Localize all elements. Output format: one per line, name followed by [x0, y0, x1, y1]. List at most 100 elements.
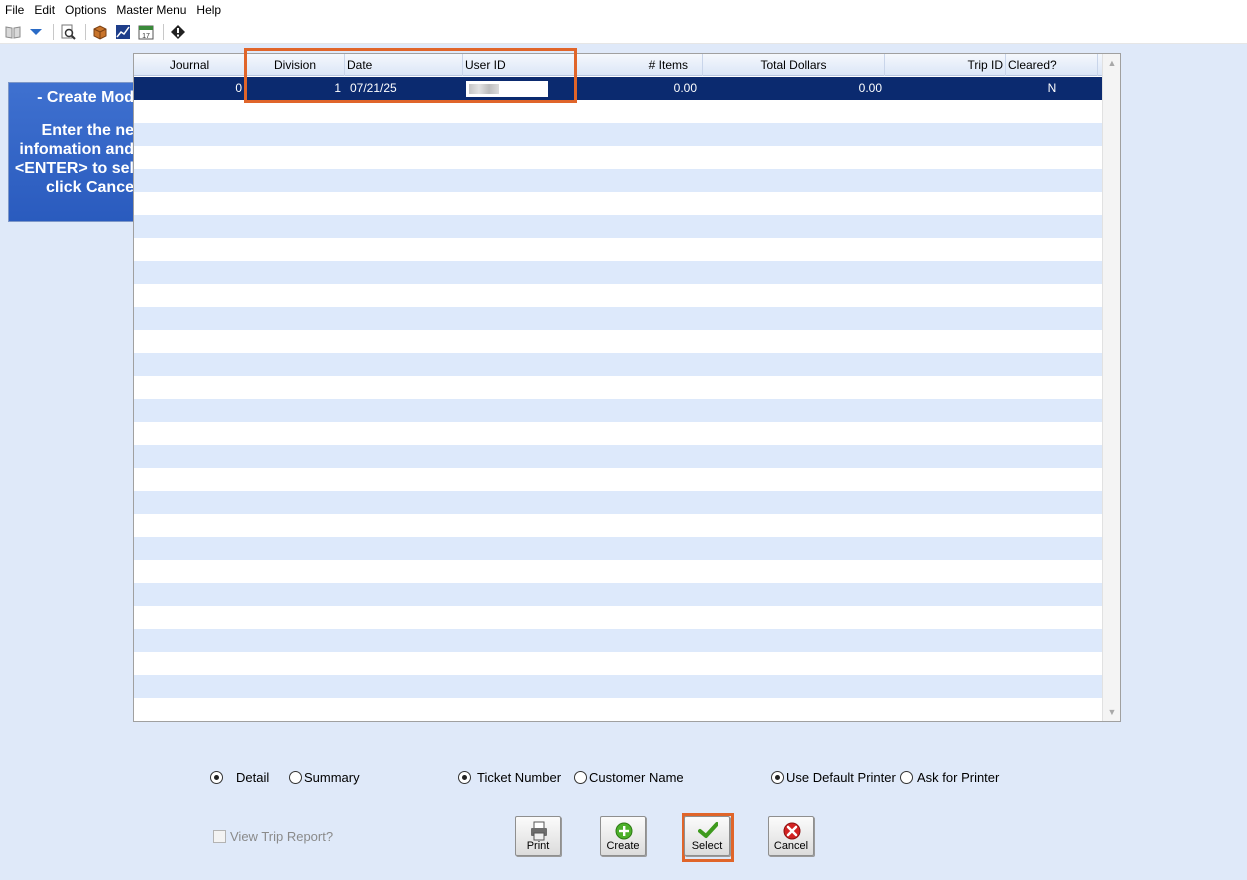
menu-file[interactable]: File — [5, 3, 24, 17]
detail-option[interactable]: Detail — [210, 770, 269, 785]
detail-label: Detail — [236, 770, 270, 785]
grid-rows: 0 1 07/21/25 0.00 0.00 N — [134, 77, 1102, 721]
summary-radio[interactable] — [289, 771, 302, 784]
table-row[interactable] — [134, 652, 1102, 675]
table-row[interactable] — [134, 261, 1102, 284]
ticket-number-label: Ticket Number — [477, 770, 562, 785]
menu-options[interactable]: Options — [65, 3, 106, 17]
table-row[interactable] — [134, 629, 1102, 652]
customer-name-radio[interactable] — [574, 771, 587, 784]
dropdown-arrow-icon[interactable] — [26, 22, 46, 42]
table-row[interactable] — [134, 123, 1102, 146]
column-header-cleared[interactable]: Cleared? — [1006, 54, 1098, 76]
table-row[interactable] — [134, 169, 1102, 192]
table-row[interactable] — [134, 100, 1102, 123]
view-trip-report-option[interactable]: View Trip Report? — [213, 829, 333, 844]
table-row[interactable] — [134, 560, 1102, 583]
summary-option[interactable]: Summary — [289, 770, 360, 785]
view-trip-report-checkbox[interactable] — [213, 830, 226, 843]
column-header-trip-id[interactable]: Trip ID — [885, 54, 1006, 76]
use-default-printer-option[interactable]: Use Default Printer — [771, 770, 896, 785]
table-row[interactable] — [134, 284, 1102, 307]
toolbar-separator — [85, 23, 86, 40]
print-preview-icon[interactable] — [58, 22, 78, 42]
customer-name-label: Customer Name — [589, 770, 684, 785]
box-icon[interactable] — [90, 22, 110, 42]
table-row[interactable] — [134, 215, 1102, 238]
scroll-up-icon[interactable]: ▲ — [1107, 58, 1117, 68]
ticket-number-radio[interactable] — [458, 771, 471, 784]
checkmark-icon — [698, 822, 718, 838]
view-trip-report-label: View Trip Report? — [230, 829, 334, 844]
create-button[interactable]: Create — [600, 816, 646, 856]
detail-radio[interactable] — [210, 771, 223, 784]
chart-icon[interactable] — [113, 22, 133, 42]
instruction-line-2: infomation and — [19, 141, 134, 158]
printer-icon — [531, 821, 547, 841]
cancel-button[interactable]: Cancel — [768, 816, 814, 856]
table-row[interactable] — [134, 675, 1102, 698]
use-default-printer-radio[interactable] — [771, 771, 784, 784]
table-row[interactable] — [134, 698, 1102, 721]
menu-bar: File Edit Options Master Menu Help — [0, 0, 1247, 20]
table-row[interactable] — [134, 514, 1102, 537]
instruction-panel: - Create Mod Enter the ne infomation and… — [8, 82, 148, 222]
vertical-scrollbar[interactable]: ▲ ▼ — [1102, 54, 1120, 721]
table-row[interactable] — [134, 307, 1102, 330]
customer-name-option[interactable]: Customer Name — [574, 770, 684, 785]
summary-label: Summary — [304, 770, 360, 785]
instruction-panel-title: - Create Mod — [37, 89, 134, 106]
table-row[interactable] — [134, 330, 1102, 353]
svg-text:17: 17 — [142, 33, 150, 40]
menu-edit[interactable]: Edit — [34, 3, 55, 17]
cell-total-dollars: 0.00 — [858, 81, 882, 95]
table-row[interactable] — [134, 537, 1102, 560]
journal-grid[interactable]: Journal Division Date User ID # Items To… — [133, 53, 1121, 722]
column-header-total-dollars[interactable]: Total Dollars — [703, 54, 885, 76]
table-row[interactable] — [134, 468, 1102, 491]
table-row[interactable] — [134, 422, 1102, 445]
cancel-label: Cancel — [773, 840, 809, 852]
table-row[interactable] — [134, 445, 1102, 468]
ask-for-printer-radio[interactable] — [900, 771, 913, 784]
table-row[interactable] — [134, 376, 1102, 399]
table-row[interactable] — [134, 353, 1102, 376]
plus-circle-icon — [615, 822, 633, 840]
select-button[interactable]: Select — [684, 816, 730, 856]
toolbar-separator — [53, 23, 54, 40]
cell-trip-id — [885, 77, 1006, 100]
scroll-down-icon[interactable]: ▼ — [1107, 707, 1117, 717]
cell-cleared: N — [1047, 81, 1057, 95]
table-row[interactable] — [134, 146, 1102, 169]
table-row[interactable] — [134, 606, 1102, 629]
table-row[interactable] — [134, 238, 1102, 261]
select-label: Select — [691, 840, 723, 852]
calendar-icon[interactable]: 17 — [136, 22, 156, 42]
cancel-x-icon — [783, 822, 801, 840]
ask-for-printer-label: Ask for Printer — [917, 770, 1000, 785]
cell-items: 0.00 — [673, 81, 697, 95]
print-button[interactable]: Print — [515, 816, 561, 856]
use-default-printer-label: Use Default Printer — [786, 770, 896, 785]
menu-master-menu[interactable]: Master Menu — [116, 3, 186, 17]
column-header-items[interactable]: # Items — [576, 54, 703, 76]
info-diamond-icon[interactable] — [168, 22, 188, 42]
menu-help[interactable]: Help — [196, 3, 221, 17]
create-label: Create — [606, 840, 640, 852]
table-row[interactable] — [134, 399, 1102, 422]
print-label: Print — [526, 840, 550, 852]
table-row[interactable] — [134, 583, 1102, 606]
table-row[interactable] — [134, 192, 1102, 215]
column-header-journal[interactable]: Journal — [134, 54, 246, 76]
instruction-line-4: click Cance — [45, 179, 134, 196]
ticket-number-option[interactable]: Ticket Number — [458, 770, 561, 785]
cell-journal: 0 — [235, 81, 242, 95]
table-row[interactable] — [134, 491, 1102, 514]
toolbar: 17 — [0, 20, 1247, 44]
instruction-line-1: Enter the ne — [41, 122, 134, 139]
book-open-icon[interactable] — [3, 22, 23, 42]
highlight-box-division-date-userid — [244, 48, 577, 103]
instruction-line-3: <ENTER> to sel — [14, 160, 134, 177]
ask-for-printer-option[interactable]: Ask for Printer — [900, 770, 999, 785]
toolbar-separator — [163, 23, 164, 40]
